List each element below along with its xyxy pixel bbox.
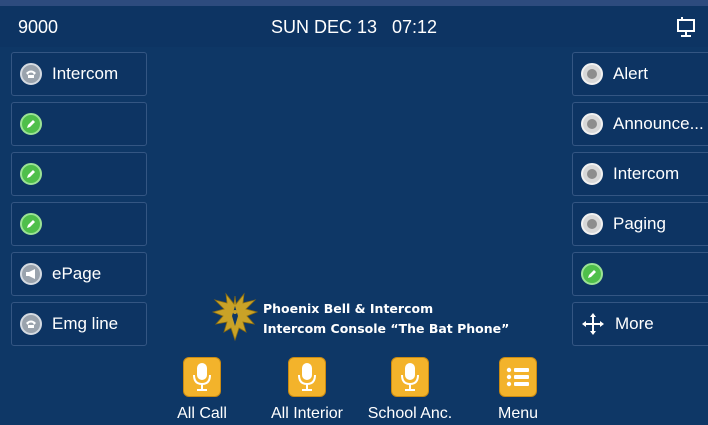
- line-key-blank-right[interactable]: [572, 252, 708, 296]
- softkey-school-anc[interactable]: School Anc.: [355, 357, 465, 423]
- line-key-announce[interactable]: Announce...: [572, 102, 708, 146]
- move-arrows-icon: [582, 313, 604, 335]
- megaphone-icon: [20, 263, 42, 285]
- edit-icon: [20, 213, 42, 235]
- phone-icon: [20, 313, 42, 335]
- line-key-epage[interactable]: ePage: [11, 252, 147, 296]
- softkey-label: School Anc.: [367, 405, 453, 422]
- radio-icon: [581, 163, 603, 185]
- menu-list-icon: [499, 357, 537, 397]
- microphone-icon: [288, 357, 326, 397]
- line-key-label: ePage: [52, 264, 102, 283]
- softkey-all-call[interactable]: All Call: [147, 357, 257, 423]
- softkey-label: Menu: [497, 405, 539, 422]
- edit-icon: [581, 263, 603, 285]
- microphone-icon: [391, 357, 429, 397]
- line-key-label: Intercom: [52, 64, 119, 83]
- console-name: Intercom Console “The Bat Phone”: [263, 321, 510, 336]
- status-bar: 9000 SUN DEC 13 07:12: [0, 6, 708, 47]
- line-key-label: Announce...: [613, 114, 704, 133]
- phone-icon: [20, 63, 42, 85]
- line-key-label: Intercom: [613, 164, 680, 183]
- line-key-label: Emg line: [52, 314, 119, 333]
- phoenix-logo: [212, 292, 258, 342]
- edit-icon: [20, 163, 42, 185]
- softkey-menu[interactable]: Menu: [463, 357, 573, 423]
- company-name: Phoenix Bell & Intercom: [263, 301, 434, 316]
- network-connected-icon: [677, 17, 695, 37]
- line-key-intercom[interactable]: Intercom: [11, 52, 147, 96]
- radio-icon: [581, 63, 603, 85]
- line-key-label: Alert: [613, 64, 648, 83]
- softkey-all-interior[interactable]: All Interior: [252, 357, 362, 423]
- edit-icon: [20, 113, 42, 135]
- line-key-paging[interactable]: Paging: [572, 202, 708, 246]
- line-key-blank-3[interactable]: [11, 202, 147, 246]
- line-key-label: Paging: [613, 214, 666, 233]
- softkey-label: All Call: [177, 405, 227, 422]
- softkey-label: All Interior: [270, 405, 344, 422]
- line-key-blank-1[interactable]: [11, 102, 147, 146]
- radio-icon: [581, 113, 603, 135]
- line-key-alert[interactable]: Alert: [572, 52, 708, 96]
- radio-icon: [581, 213, 603, 235]
- microphone-icon: [183, 357, 221, 397]
- line-key-label: More: [615, 314, 654, 333]
- branding-text: Phoenix Bell & Intercom Intercom Console…: [263, 299, 509, 339]
- line-key-emg-line[interactable]: Emg line: [11, 302, 147, 346]
- more-button[interactable]: More: [572, 302, 708, 346]
- date-time: SUN DEC 13 07:12: [270, 17, 438, 37]
- line-key-intercom-right[interactable]: Intercom: [572, 152, 708, 196]
- line-key-blank-2[interactable]: [11, 152, 147, 196]
